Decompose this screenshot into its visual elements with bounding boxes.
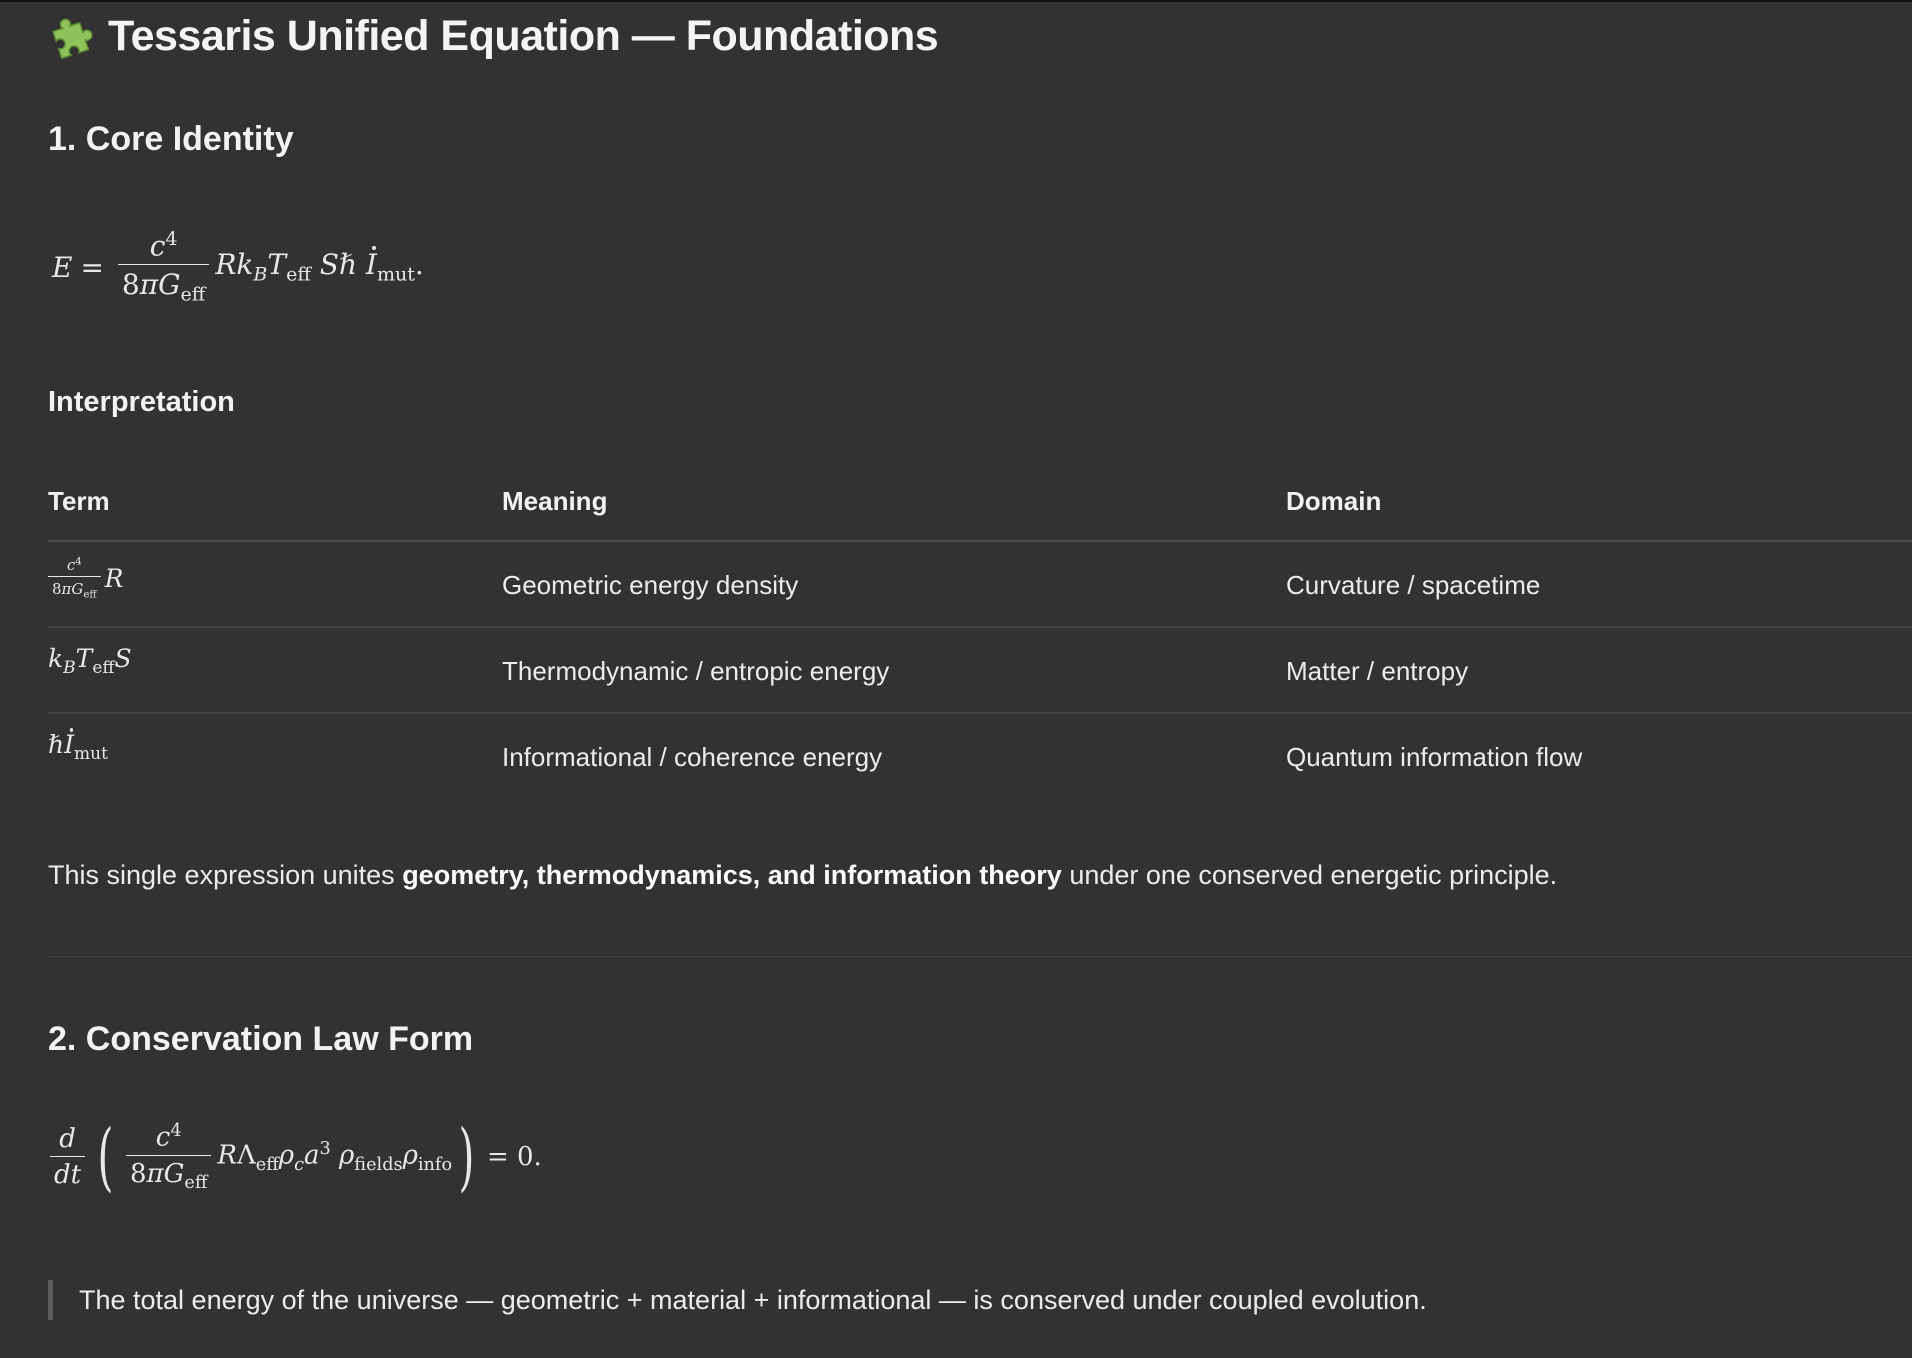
domain-cell: Quantum information flow bbox=[1286, 742, 1583, 772]
page-title: Tessaris Unified Equation — Foundations bbox=[48, 8, 939, 64]
puzzle-piece-icon bbox=[48, 12, 96, 60]
term-informational: ℏImut bbox=[48, 728, 108, 764]
summary-suffix: under one conserved energetic principle. bbox=[1061, 860, 1558, 890]
blockquote-text: The total energy of the universe — geome… bbox=[79, 1284, 1427, 1315]
summary-bold: geometry, thermodynamics, and informatio… bbox=[402, 860, 1062, 890]
page-title-text: Tessaris Unified Equation — Foundations bbox=[108, 11, 939, 60]
table-row: c4 8πGeff R Geometric energy density Cur… bbox=[48, 542, 1912, 628]
blockquote: The total energy of the universe — geome… bbox=[48, 1280, 1427, 1320]
section-heading-conservation: 2. Conservation Law Form bbox=[48, 1020, 474, 1058]
table-header: Term Meaning Domain bbox=[48, 472, 1912, 542]
meaning-cell: Geometric energy density bbox=[502, 570, 799, 600]
summary-prefix: This single expression unites bbox=[48, 860, 403, 890]
section-heading-interpretation: Interpretation bbox=[48, 386, 235, 418]
term-thermodynamic: kBTeffS bbox=[48, 644, 132, 678]
column-header-term: Term bbox=[48, 486, 110, 516]
column-header-meaning: Meaning bbox=[502, 486, 608, 516]
term-geometric: c4 8πGeff R bbox=[48, 556, 124, 601]
meaning-cell: Informational / coherence energy bbox=[502, 742, 883, 772]
conservation-equation: d dt ( c4 8πGeff RΛeffρca3 ρfieldsρinfo … bbox=[50, 1120, 542, 1194]
blockquote-bar bbox=[48, 1280, 53, 1320]
equation-fraction: c4 8πGeff bbox=[117, 228, 210, 306]
domain-cell: Matter / entropy bbox=[1286, 656, 1469, 686]
table-row: kBTeffS Thermodynamic / entropic energy … bbox=[48, 628, 1912, 714]
core-identity-equation: E = c4 8πGeff RkBTeff Sℏ Imut. bbox=[52, 228, 424, 307]
document: Tessaris Unified Equation — Foundations … bbox=[48, 0, 1912, 1358]
section-heading-core-identity: 1. Core Identity bbox=[48, 120, 294, 158]
interpretation-table: Term Meaning Domain c4 8πGeff R Geometri… bbox=[48, 472, 1912, 798]
section-divider bbox=[48, 956, 1912, 957]
domain-cell: Curvature / spacetime bbox=[1286, 570, 1541, 600]
column-header-domain: Domain bbox=[1286, 486, 1382, 516]
summary-paragraph: This single expression unites geometry, … bbox=[48, 860, 1557, 891]
meaning-cell: Thermodynamic / entropic energy bbox=[502, 656, 890, 686]
table-row: ℏImut Informational / coherence energy Q… bbox=[48, 714, 1912, 798]
